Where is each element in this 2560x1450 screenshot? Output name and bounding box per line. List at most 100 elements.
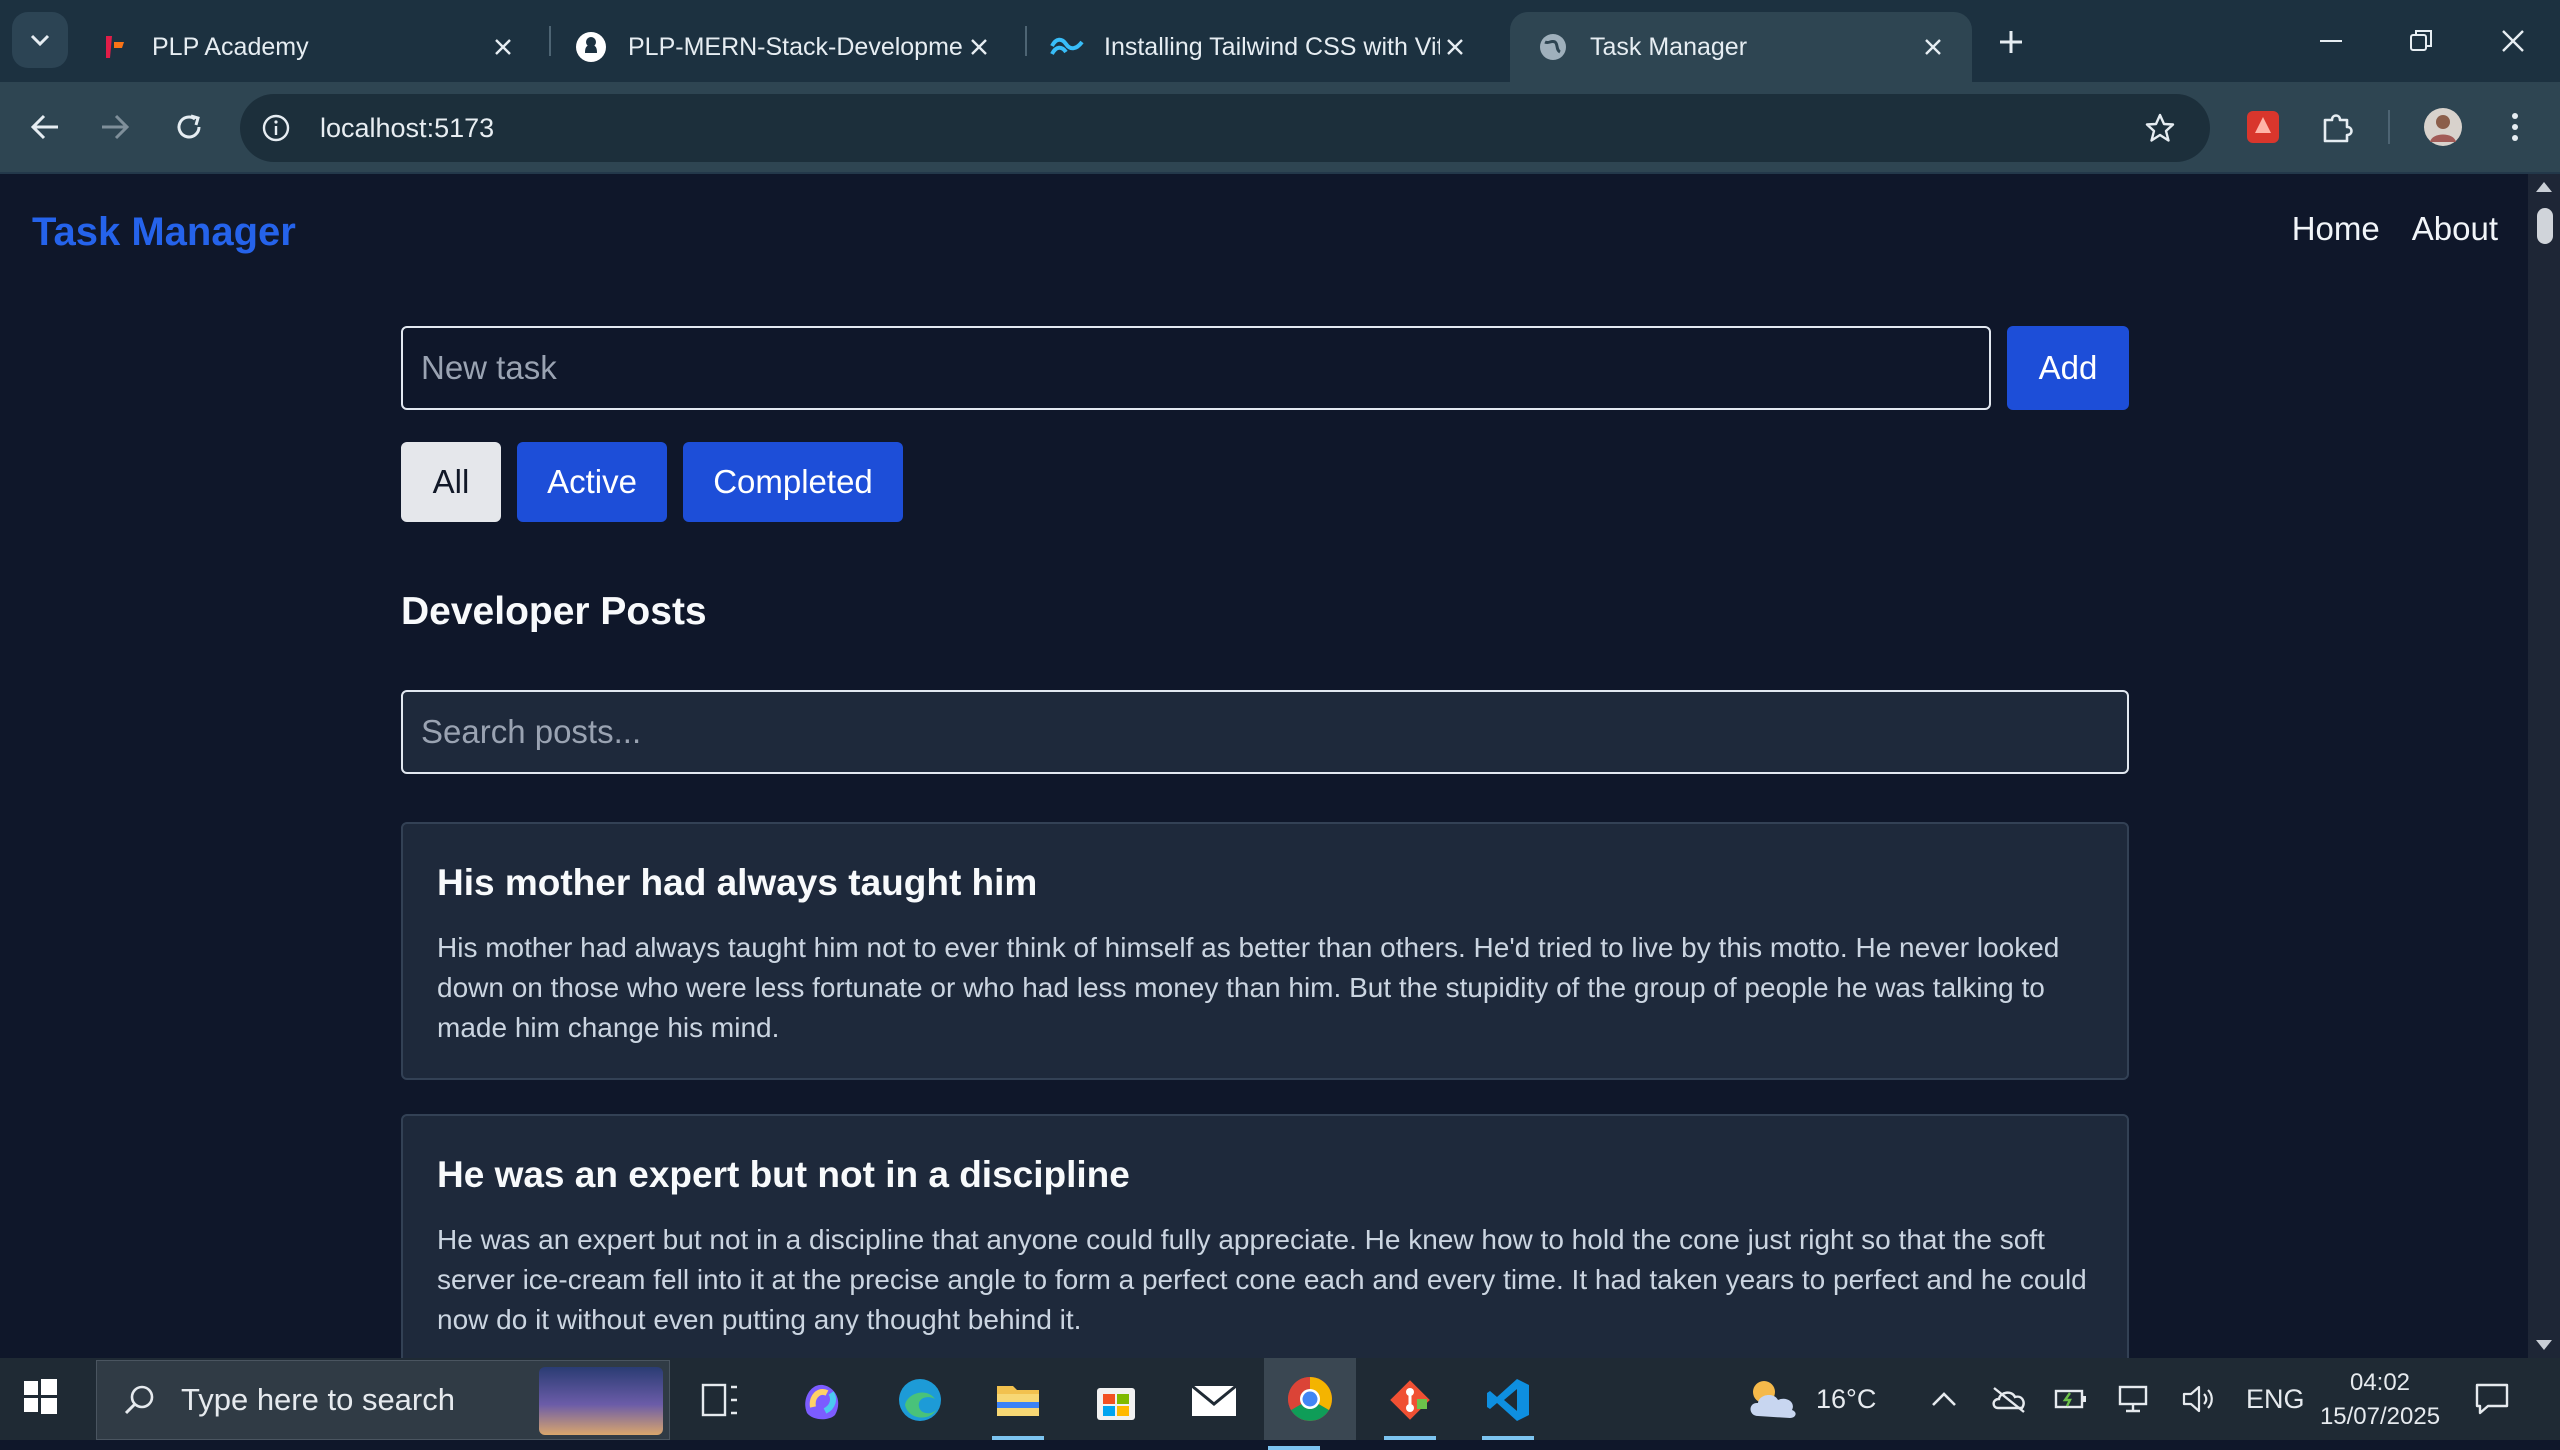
profile-avatar[interactable]: [2418, 102, 2468, 152]
new-task-input[interactable]: [401, 326, 1991, 410]
scrollbar-thumb[interactable]: [2537, 208, 2553, 244]
git-app[interactable]: [1380, 1370, 1440, 1440]
search-icon: [119, 1380, 159, 1420]
clock-time: 04:02: [2349, 1369, 2411, 1396]
tab-task-manager[interactable]: Task Manager: [1510, 12, 1972, 82]
filter-all-button[interactable]: All: [401, 442, 501, 522]
tab-title: Task Manager: [1590, 32, 1748, 61]
posts-heading: Developer Posts: [401, 590, 707, 633]
avatar-icon: [2424, 108, 2462, 146]
chevron-up-icon: [1932, 1392, 1956, 1406]
file-explorer-app[interactable]: [988, 1370, 1048, 1440]
start-button[interactable]: [22, 1378, 66, 1422]
browser-menu-button[interactable]: [2490, 102, 2540, 152]
show-hidden-icons-button[interactable]: [1930, 1358, 1958, 1440]
copilot-app[interactable]: [792, 1370, 852, 1430]
filter-completed-button[interactable]: Completed: [683, 442, 903, 522]
windows-taskbar: Type here to search 16°C ENG 04:02 15/07…: [0, 1358, 2560, 1450]
arrow-right-icon: [102, 114, 130, 140]
weather-widget[interactable]: 16°C: [1744, 1358, 1876, 1440]
chrome-app[interactable]: [1264, 1358, 1356, 1450]
nav-about-link[interactable]: About: [2412, 210, 2498, 248]
cloud-offline-icon: [1992, 1387, 2025, 1413]
scroll-down-icon[interactable]: [2536, 1340, 2552, 1350]
arrow-left-icon: [30, 114, 58, 140]
minimize-icon: [2320, 40, 2342, 42]
taskbar-search-box[interactable]: Type here to search: [96, 1360, 670, 1440]
page-scrollbar[interactable]: [2528, 174, 2560, 1358]
onedrive-tray[interactable]: [1990, 1358, 2028, 1440]
battery-tray[interactable]: [2054, 1358, 2088, 1440]
new-tab-button[interactable]: [1986, 20, 2036, 64]
partly-cloudy-icon: [1750, 1381, 1796, 1418]
tab-plp-academy[interactable]: PLP Academy: [72, 12, 542, 82]
restore-button[interactable]: [2386, 14, 2456, 68]
git-icon: [1390, 1380, 1430, 1420]
tab-title: PLP Academy: [152, 32, 309, 61]
close-icon: [2502, 30, 2524, 52]
brand-logo[interactable]: Task Manager: [32, 210, 296, 255]
vscode-app[interactable]: [1478, 1370, 1538, 1440]
bookmark-star-icon[interactable]: [2140, 108, 2180, 148]
address-bar[interactable]: localhost:5173: [240, 94, 2210, 162]
language-label: ENG: [2246, 1383, 2305, 1414]
tab-plp-mern[interactable]: PLP-MERN-Stack-Development: [548, 12, 1018, 82]
tab-search-button[interactable]: [12, 12, 68, 68]
folder-icon: [997, 1386, 1039, 1416]
network-icon: [2118, 1385, 2148, 1413]
close-icon[interactable]: [1918, 32, 1948, 62]
task-view-button[interactable]: [690, 1370, 750, 1430]
microsoft-store-app[interactable]: [1086, 1370, 1146, 1430]
globe-icon: [1536, 30, 1570, 64]
search-posts-input[interactable]: [401, 690, 2129, 774]
network-tray[interactable]: [2118, 1358, 2154, 1440]
post-title: His mother had always taught him: [437, 862, 1038, 903]
notification-icon: [2475, 1383, 2509, 1415]
forward-button[interactable]: [90, 102, 140, 152]
mail-icon: [1191, 1384, 1237, 1416]
clock-date: 15/07/2025: [2319, 1403, 2441, 1430]
mail-app[interactable]: [1184, 1370, 1244, 1430]
speaker-icon: [2182, 1385, 2213, 1413]
more-vertical-icon: [2512, 113, 2518, 141]
tab-tailwind[interactable]: Installing Tailwind CSS with Vite: [1024, 12, 1494, 82]
edge-icon: [899, 1379, 941, 1421]
weather-temperature: 16°C: [1816, 1383, 1877, 1414]
notifications-button[interactable]: [2474, 1358, 2510, 1440]
github-icon: [574, 30, 608, 64]
system-clock[interactable]: 04:02 15/07/2025: [2300, 1366, 2460, 1434]
url-text[interactable]: localhost:5173: [320, 113, 494, 144]
close-icon[interactable]: [1440, 32, 1470, 62]
close-icon[interactable]: [964, 32, 994, 62]
store-icon: [1097, 1388, 1135, 1420]
language-indicator[interactable]: ENG: [2246, 1358, 2305, 1440]
minimize-button[interactable]: [2296, 14, 2366, 68]
restore-icon: [2410, 30, 2432, 51]
back-button[interactable]: [20, 102, 70, 152]
plp-favicon-icon: [98, 30, 132, 64]
edge-app[interactable]: [890, 1370, 950, 1430]
filter-active-button[interactable]: Active: [517, 442, 667, 522]
site-info-icon[interactable]: [256, 108, 296, 148]
taskbar-search-placeholder: Type here to search: [181, 1382, 455, 1417]
extensions-puzzle-icon[interactable]: [2312, 102, 2362, 152]
post-title: He was an expert but not in a discipline: [437, 1154, 1130, 1195]
scroll-up-icon[interactable]: [2536, 182, 2552, 192]
search-highlight-image: [539, 1367, 663, 1435]
post-body: His mother had always taught him not to …: [437, 932, 2060, 1043]
close-icon[interactable]: [488, 32, 518, 62]
main-nav: Home About: [2292, 210, 2498, 248]
reload-button[interactable]: [164, 102, 214, 152]
close-window-button[interactable]: [2478, 14, 2548, 68]
battery-charging-icon: [2054, 1389, 2086, 1409]
chevron-down-icon: [30, 34, 50, 47]
toolbar-divider: [2388, 110, 2390, 144]
add-task-button[interactable]: Add: [2007, 326, 2129, 410]
vscode-icon: [1487, 1379, 1529, 1421]
nav-home-link[interactable]: Home: [2292, 210, 2380, 248]
windows-icon: [24, 1379, 57, 1414]
volume-tray[interactable]: [2182, 1358, 2216, 1440]
reload-icon: [177, 114, 201, 139]
post-card: His mother had always taught him His mot…: [401, 822, 2129, 1080]
extension-icon[interactable]: [2238, 102, 2288, 152]
